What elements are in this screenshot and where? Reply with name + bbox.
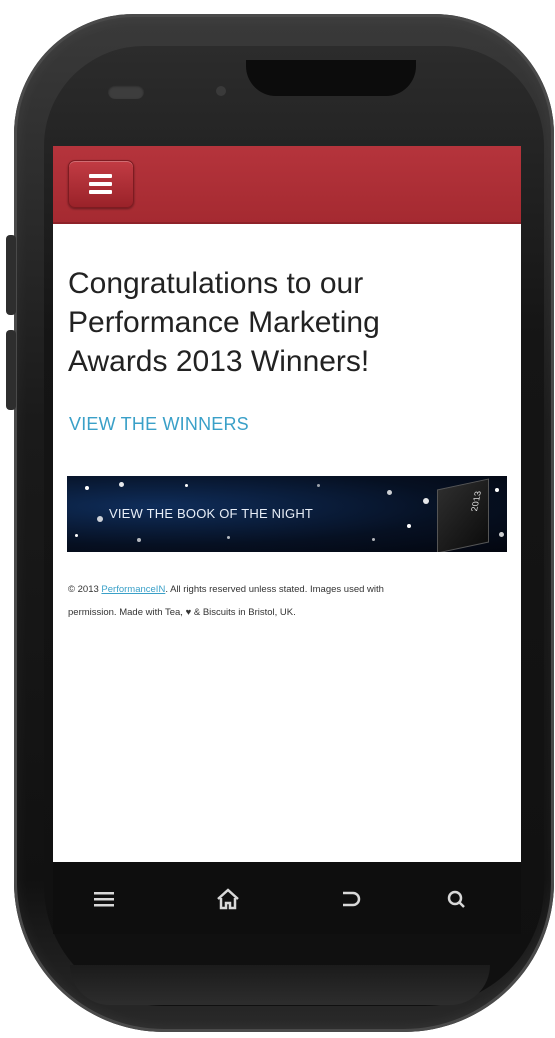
proximity-sensor-icon bbox=[216, 86, 226, 96]
page-title-line: Performance Marketing bbox=[68, 306, 380, 339]
sparkle bbox=[407, 524, 411, 528]
sparkle bbox=[499, 532, 504, 537]
hamburger-icon-bar bbox=[89, 190, 112, 194]
sparkle bbox=[185, 484, 188, 487]
sparkle bbox=[119, 482, 124, 487]
sparkle bbox=[137, 538, 141, 542]
page-title-line: Awards 2013 Winners! bbox=[68, 345, 370, 378]
menu-toggle-button[interactable] bbox=[68, 160, 134, 208]
sparkle bbox=[97, 516, 103, 522]
menu-icon[interactable] bbox=[89, 884, 119, 914]
volume-down-button[interactable] bbox=[6, 330, 16, 410]
sparkle bbox=[85, 486, 89, 490]
view-winners-link[interactable]: VIEW THE WINNERS bbox=[69, 414, 249, 435]
sparkle bbox=[423, 498, 429, 504]
earpiece-notch bbox=[246, 60, 416, 96]
front-camera-icon bbox=[108, 85, 144, 99]
device-frame: Congratulations to our Performance Marke… bbox=[0, 0, 555, 1038]
site-header bbox=[53, 146, 521, 224]
sparkle bbox=[372, 538, 375, 541]
sparkle bbox=[387, 490, 392, 495]
page-title: Congratulations to our Performance Marke… bbox=[68, 264, 508, 381]
back-icon[interactable] bbox=[335, 884, 365, 914]
sparkle bbox=[317, 484, 320, 487]
performancein-link[interactable]: PerformanceIN bbox=[101, 584, 165, 595]
footer-credit-text: permission. Made with Tea, ♥ & Biscuits … bbox=[68, 607, 296, 618]
hamburger-icon-bar bbox=[89, 182, 112, 186]
book-of-the-night-banner[interactable]: VIEW THE BOOK OF THE NIGHT 2013 bbox=[67, 476, 507, 552]
banner-label: VIEW THE BOOK OF THE NIGHT bbox=[109, 506, 314, 521]
page-title-line: Congratulations to our bbox=[68, 267, 364, 300]
volume-up-button[interactable] bbox=[6, 235, 16, 315]
sparkle bbox=[75, 534, 78, 537]
phone-chin bbox=[70, 965, 490, 1005]
android-nav-bar bbox=[53, 862, 521, 934]
screen: Congratulations to our Performance Marke… bbox=[53, 146, 521, 862]
sparkle bbox=[227, 536, 230, 539]
sparkle bbox=[495, 488, 499, 492]
hamburger-icon bbox=[89, 174, 112, 178]
site-footer: © 2013 PerformanceIN. All rights reserve… bbox=[68, 578, 508, 624]
book-cover-year: 2013 bbox=[469, 490, 483, 512]
home-icon[interactable] bbox=[213, 884, 243, 914]
book-cover-image: 2013 bbox=[437, 478, 489, 552]
copyright-text: © 2013 bbox=[68, 584, 102, 595]
copyright-text: . All rights reserved unless stated. Ima… bbox=[165, 584, 384, 595]
search-icon[interactable] bbox=[441, 884, 471, 914]
